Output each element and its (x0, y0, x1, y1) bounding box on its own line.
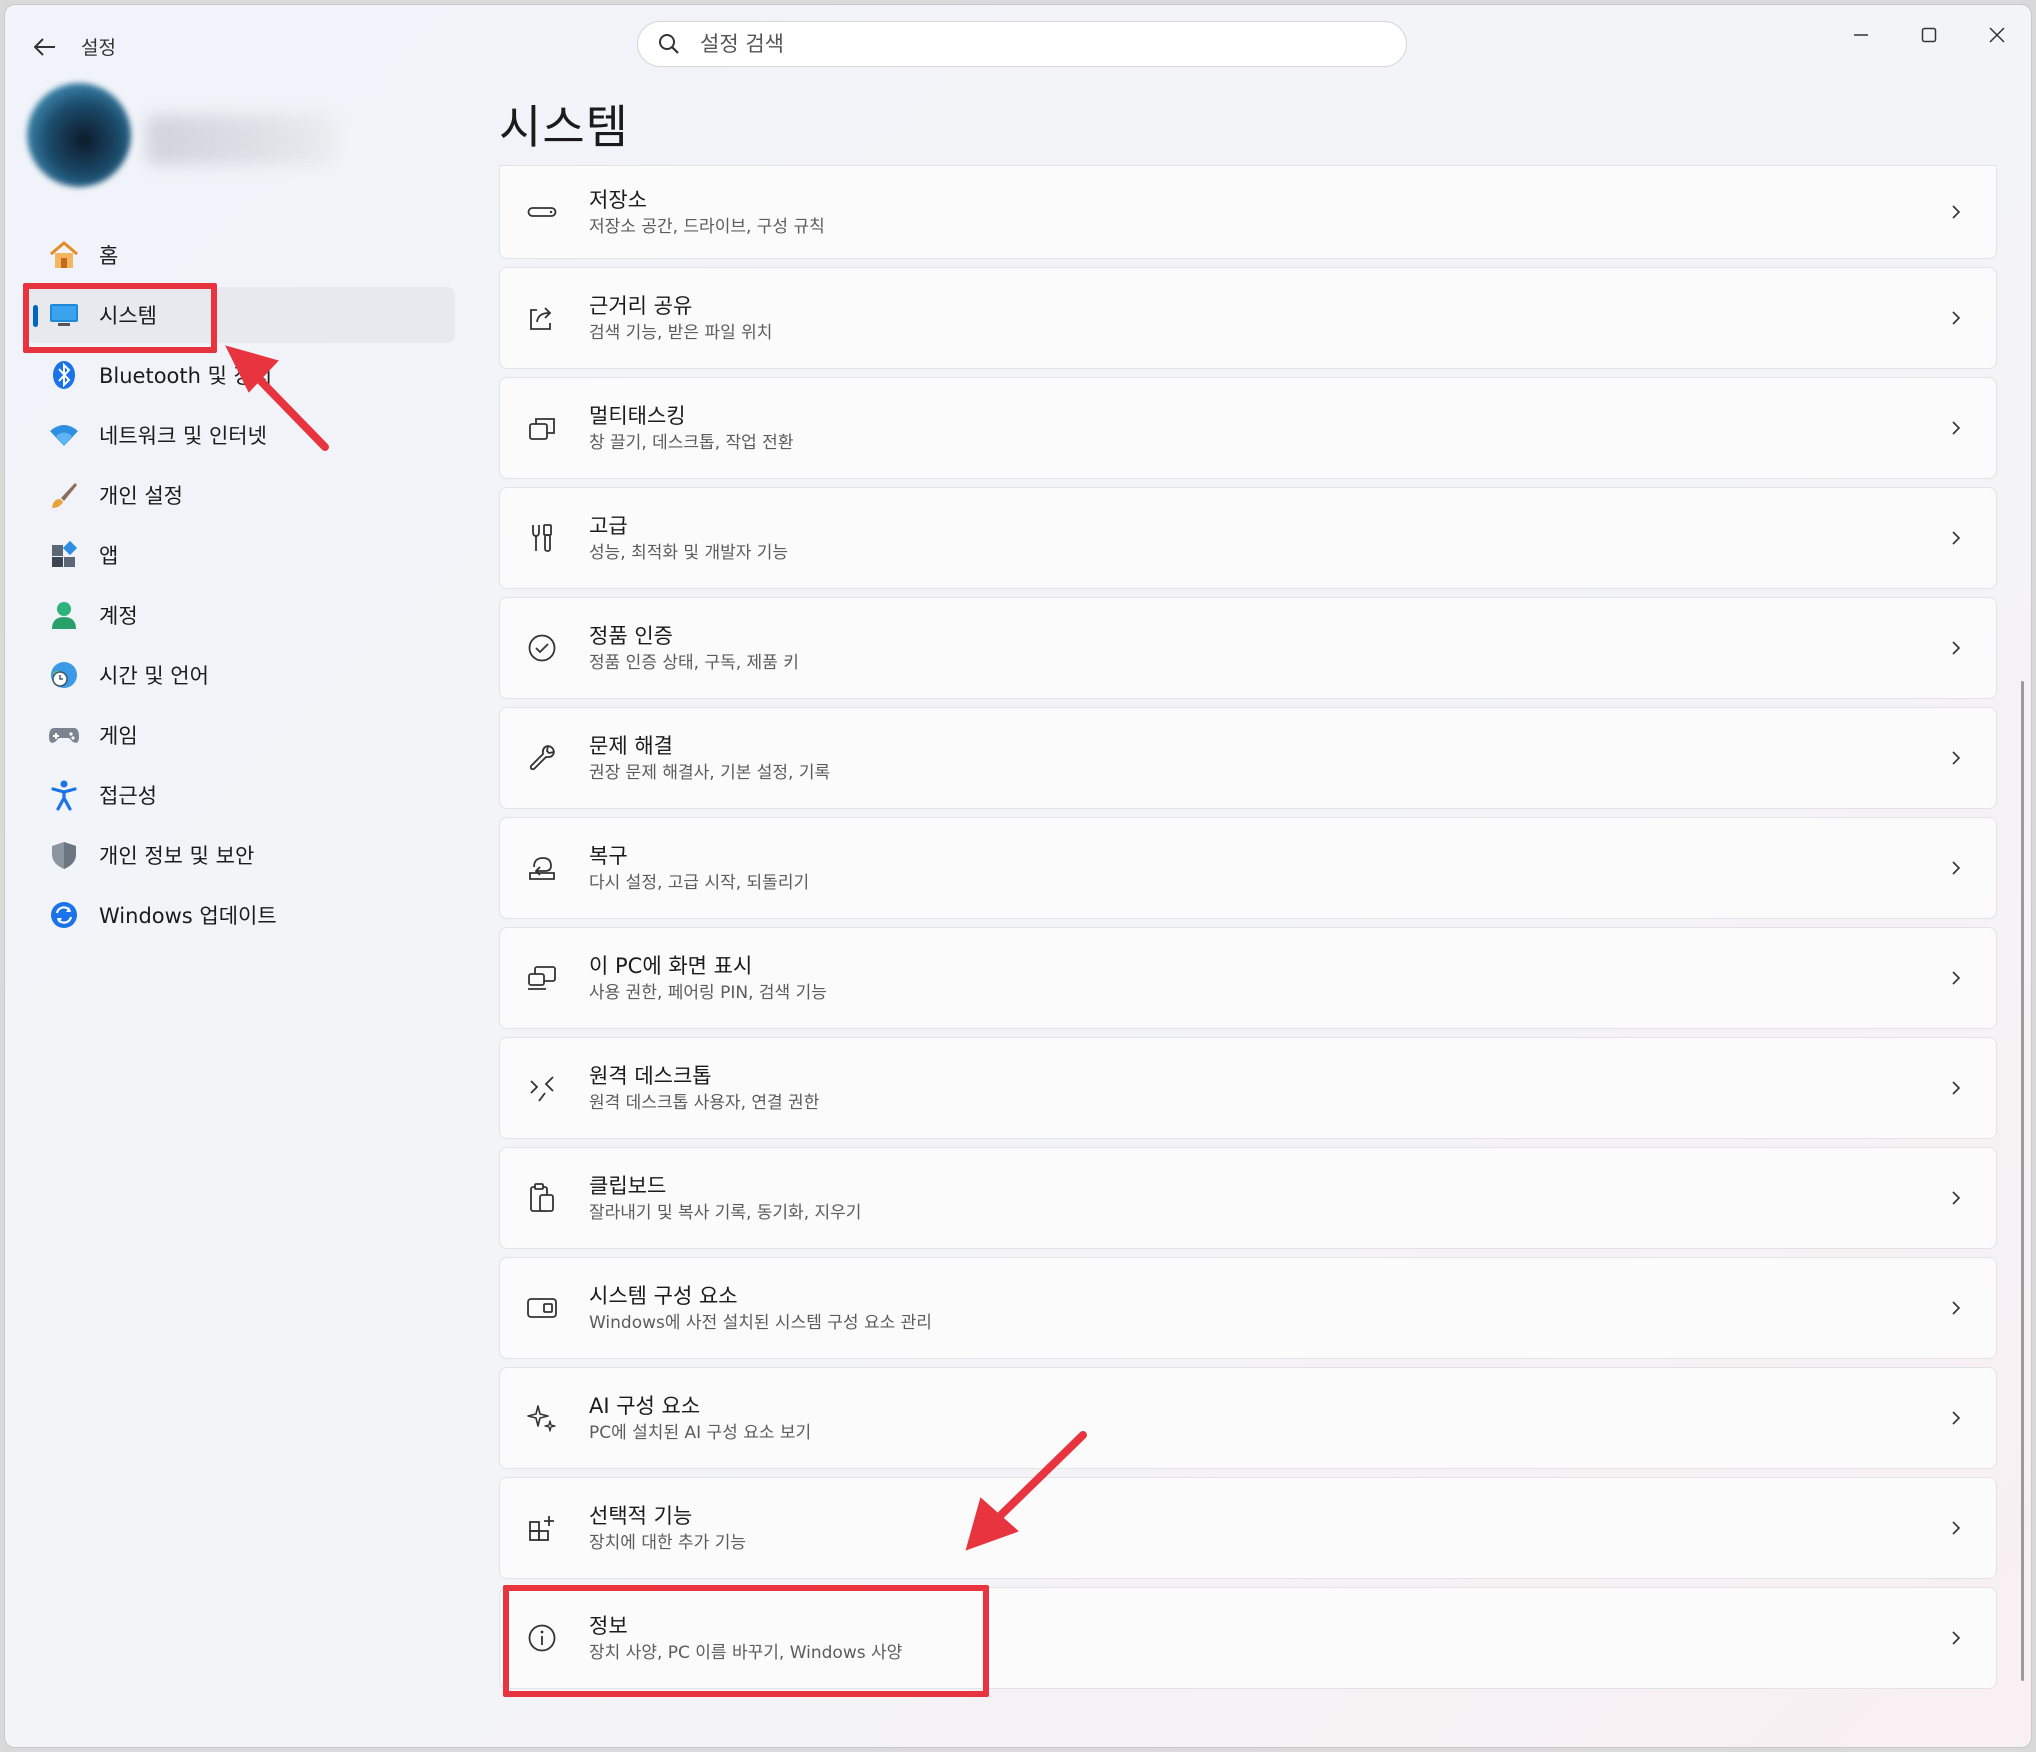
arrow-to-about (965, 1431, 1087, 1551)
annotation-arrows (225, 345, 1087, 1551)
settings-window: 설정 홈 시스템 (5, 5, 2031, 1747)
arrow-to-system (225, 345, 329, 451)
